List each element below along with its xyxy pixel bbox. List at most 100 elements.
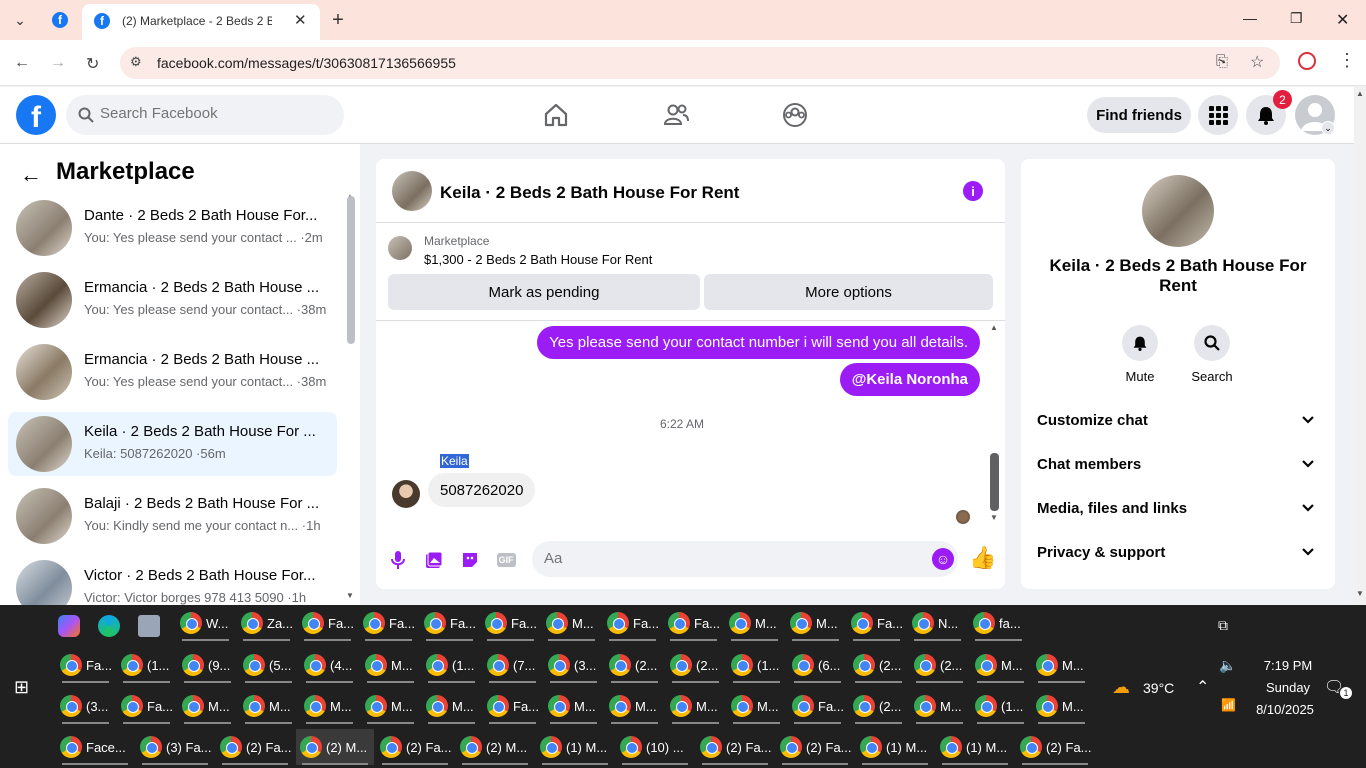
taskbar-window-item[interactable]: Za...	[237, 605, 296, 641]
site-info-icon[interactable]: ⚙	[130, 54, 142, 70]
taskbar-window-item[interactable]: Fa...	[481, 605, 540, 641]
profile-icon[interactable]	[1298, 52, 1316, 70]
chat-title[interactable]: Keila · 2 Beds 2 Bath House For Rent	[440, 183, 739, 203]
taskbar-window-item[interactable]: (1) M...	[856, 729, 934, 765]
friends-icon[interactable]	[662, 101, 690, 129]
taskbar-window-item[interactable]: W...	[176, 605, 235, 641]
groups-icon[interactable]	[781, 101, 809, 129]
weather-icon[interactable]: ☁	[1112, 677, 1130, 698]
taskbar-window-item[interactable]: (1...	[971, 688, 1030, 724]
taskbar-window-item[interactable]: (6...	[788, 647, 847, 683]
taskbar-window-item[interactable]: (2...	[666, 647, 725, 683]
taskbar-window-item[interactable]: fa...	[969, 605, 1028, 641]
conversation-item[interactable]: Dante · 2 Beds 2 Bath House For... You: …	[8, 196, 337, 260]
taskbar-window-item[interactable]: (2) Fa...	[696, 729, 774, 765]
taskbar-window-item[interactable]: Fa...	[664, 605, 723, 641]
chat-avatar[interactable]	[392, 171, 432, 211]
customize-chat-section[interactable]: Customize chat	[1037, 401, 1319, 441]
taskbar-window-item[interactable]: M...	[725, 605, 784, 641]
taskbar-window-item[interactable]: M...	[666, 688, 725, 724]
taskbar-window-item[interactable]: (3...	[544, 647, 603, 683]
taskbar-window-item[interactable]: M...	[361, 688, 420, 724]
network-adapter-icon[interactable]: ⧉	[1218, 617, 1228, 634]
incoming-message[interactable]: 5087262020	[428, 473, 536, 507]
chat-members-section[interactable]: Chat members	[1037, 445, 1319, 485]
taskbar-window-item[interactable]: (9...	[178, 647, 237, 683]
taskbar-window-item[interactable]: M...	[544, 688, 603, 724]
sticker-icon[interactable]	[459, 549, 481, 571]
emoji-icon[interactable]: ☺	[932, 548, 954, 570]
conversation-item[interactable]: Balaji · 2 Beds 2 Bath House For ... You…	[8, 484, 337, 548]
back-icon[interactable]: ←	[14, 54, 30, 72]
outgoing-message[interactable]: Yes please send your contact number i wi…	[537, 326, 980, 359]
taskbar-window-item[interactable]: (3) Fa...	[136, 729, 214, 765]
scroll-down-icon[interactable]: ▼	[990, 513, 998, 522]
tab-search-chevron-icon[interactable]: ⌄	[6, 6, 34, 34]
new-tab-icon[interactable]: +	[324, 6, 352, 34]
menu-grid-button[interactable]	[1198, 95, 1238, 135]
info-icon[interactable]: i	[963, 181, 983, 201]
taskbar-window-item[interactable]: Fa...	[847, 605, 906, 641]
taskbar-window-item[interactable]: (2) Fa...	[776, 729, 854, 765]
taskbar-window-item[interactable]: N...	[908, 605, 967, 641]
taskbar-window-item[interactable]: M...	[910, 688, 969, 724]
edge-icon[interactable]	[98, 615, 120, 637]
privacy-support-section[interactable]: Privacy & support	[1037, 533, 1319, 573]
taskbar-window-item[interactable]: (2) Fa...	[376, 729, 454, 765]
photo-icon[interactable]	[423, 549, 445, 571]
taskbar-window-item[interactable]: (7...	[483, 647, 542, 683]
taskbar-window-item[interactable]: (4...	[300, 647, 359, 683]
app-icon[interactable]	[138, 615, 160, 637]
search-box[interactable]	[66, 95, 344, 135]
taskbar-window-item[interactable]: Fa...	[359, 605, 418, 641]
taskbar-window-item[interactable]: M...	[727, 688, 786, 724]
message-input-box[interactable]: ☺	[532, 541, 958, 577]
taskbar-window-item[interactable]: Fa...	[483, 688, 542, 724]
chat-scrollbar[interactable]	[990, 453, 999, 511]
taskbar-window-item[interactable]: M...	[361, 647, 420, 683]
outgoing-message[interactable]: @Keila Noronha	[839, 363, 980, 396]
install-app-icon[interactable]: ⎘	[1216, 53, 1228, 70]
mark-as-pending-button[interactable]: Mark as pending	[388, 274, 700, 310]
message-input[interactable]	[544, 550, 914, 567]
home-icon[interactable]	[542, 101, 570, 129]
taskbar-window-item[interactable]: (2) Fa...	[1016, 729, 1094, 765]
bookmark-star-icon[interactable]: ☆	[1250, 52, 1264, 72]
clock-date[interactable]: 8/10/2025	[1245, 702, 1325, 717]
taskbar-window-item[interactable]: M...	[239, 688, 298, 724]
taskbar-window-item[interactable]: Fa...	[298, 605, 357, 641]
conversation-item-active[interactable]: Keila · 2 Beds 2 Bath House For ... Keil…	[8, 412, 337, 476]
taskbar-window-item[interactable]: (1...	[117, 647, 176, 683]
minimize-icon[interactable]: —	[1243, 10, 1257, 26]
pinned-facebook-tab[interactable]: f	[46, 6, 74, 34]
clock-day[interactable]: Sunday	[1255, 680, 1321, 695]
search-input[interactable]	[100, 105, 330, 122]
account-chevron-icon[interactable]: ⌄	[1321, 121, 1335, 135]
temperature[interactable]: 39°C	[1143, 680, 1174, 696]
taskbar-window-item[interactable]: M...	[422, 688, 481, 724]
taskbar-window-item[interactable]: (2) M...	[456, 729, 534, 765]
taskbar-window-item[interactable]: M...	[786, 605, 845, 641]
tray-chevron-up-icon[interactable]: ⌃	[1196, 677, 1209, 697]
taskbar-window-item[interactable]: Fa...	[56, 647, 115, 683]
taskbar-window-item[interactable]: M...	[178, 688, 237, 724]
scroll-up-icon[interactable]: ▲	[990, 323, 998, 332]
volume-icon[interactable]: 🔈	[1219, 657, 1236, 674]
mute-action[interactable]: Mute	[1110, 325, 1170, 384]
taskbar-window-item[interactable]: (1) M...	[936, 729, 1014, 765]
back-arrow-icon[interactable]: ←	[20, 162, 42, 188]
conversation-item[interactable]: Victor · 2 Beds 2 Bath House For... Vict…	[8, 556, 337, 605]
taskbar-window-item[interactable]: Fa...	[603, 605, 662, 641]
taskbar-window-item[interactable]: (2...	[910, 647, 969, 683]
taskbar-window-item[interactable]: (2...	[605, 647, 664, 683]
taskbar-window-item[interactable]: (5...	[239, 647, 298, 683]
taskbar-window-item[interactable]: M...	[300, 688, 359, 724]
url-bar[interactable]: ⚙ facebook.com/messages/t/30630817136566…	[120, 47, 1280, 79]
restore-icon[interactable]: ❐	[1290, 10, 1303, 27]
windows-start-icon[interactable]: ⊞	[14, 677, 29, 698]
taskbar-window-item[interactable]: Fa...	[788, 688, 847, 724]
sidebar-scrollbar[interactable]	[347, 196, 355, 344]
reload-icon[interactable]: ↻	[86, 54, 99, 74]
find-friends-button[interactable]: Find friends	[1087, 97, 1191, 133]
close-tab-icon[interactable]: ✕	[294, 11, 307, 29]
